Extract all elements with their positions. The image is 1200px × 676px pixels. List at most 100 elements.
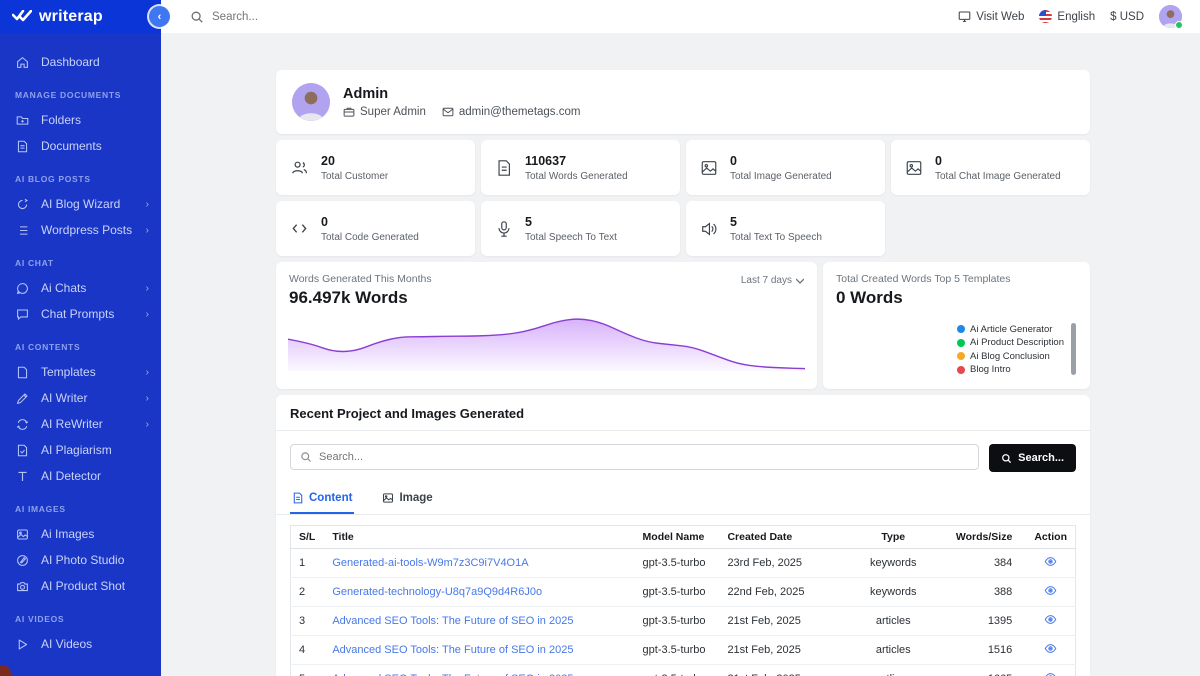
- cell-date: 21st Feb, 2025: [719, 636, 838, 665]
- visit-web-link[interactable]: Visit Web: [958, 10, 1024, 23]
- cell-title: Advanced SEO Tools: The Future of SEO in…: [324, 636, 634, 665]
- eye-icon: [1044, 613, 1057, 629]
- sidebar-item-chat-prompts[interactable]: Chat Prompts ›: [0, 301, 161, 327]
- sidebar-item-ai-writer[interactable]: AI Writer ›: [0, 385, 161, 411]
- col-date: Created Date: [719, 526, 838, 549]
- legend-scrollbar[interactable]: [1071, 323, 1076, 375]
- legend-dot: [957, 366, 965, 374]
- user-avatar[interactable]: [1159, 5, 1182, 28]
- sidebar-section-ai-videos: AI VIDEOS: [0, 599, 161, 631]
- range-selector[interactable]: Last 7 days: [741, 275, 804, 286]
- sidebar-item-label: AI Videos: [41, 637, 92, 651]
- chart-subtitle: Total Created Words Top 5 Templates: [836, 273, 1077, 285]
- chevron-right-icon: ›: [146, 367, 149, 378]
- pen-icon: [15, 391, 30, 406]
- stat-value: 110637: [525, 154, 628, 168]
- sidebar-logo[interactable]: writerap: [0, 0, 161, 33]
- stat-total-words: 110637 Total Words Generated: [481, 140, 680, 195]
- file-check-icon: [15, 443, 30, 458]
- stats-row-2: 0 Total Code Generated 5 Total Speech To…: [276, 201, 1090, 256]
- document-icon: [495, 159, 513, 177]
- sidebar-item-templates[interactable]: Templates ›: [0, 359, 161, 385]
- currency-label: $ USD: [1110, 11, 1144, 23]
- profile-role: Super Admin: [343, 106, 426, 118]
- recent-projects-card: Recent Project and Images Generated Sear…: [276, 395, 1090, 676]
- legend-item[interactable]: Ai Product Description: [957, 337, 1064, 348]
- sidebar-item-folders[interactable]: Folders: [0, 107, 161, 133]
- global-search[interactable]: [190, 10, 958, 24]
- image-icon: [700, 159, 718, 177]
- chevron-right-icon: ›: [146, 309, 149, 320]
- profile-name: Admin: [343, 86, 580, 102]
- sidebar-item-ai-detector[interactable]: AI Detector: [0, 463, 161, 489]
- language-selector[interactable]: English: [1039, 10, 1095, 23]
- legend-item[interactable]: Ai Blog Conclusion: [957, 351, 1064, 362]
- stat-value: 20: [321, 154, 388, 168]
- sidebar-item-dashboard[interactable]: Dashboard: [0, 49, 161, 75]
- legend-dot: [957, 325, 965, 333]
- sidebar-item-label: AI Writer: [41, 391, 87, 405]
- project-title-link[interactable]: Generated-ai-tools-W9m7z3C9i7V4O1A: [332, 557, 528, 569]
- legend-dot: [957, 352, 965, 360]
- repeat-icon: [15, 417, 30, 432]
- image-icon: [382, 492, 394, 504]
- project-title-link[interactable]: Advanced SEO Tools: The Future of SEO in…: [332, 615, 573, 627]
- currency-selector[interactable]: $ USD: [1110, 11, 1144, 23]
- folder-plus-icon: [15, 113, 30, 128]
- sidebar-section-ai-chat: AI CHAT: [0, 243, 161, 275]
- view-button[interactable]: [1044, 584, 1057, 600]
- sidebar-item-wordpress-posts[interactable]: Wordpress Posts ›: [0, 217, 161, 243]
- cell-model: gpt-3.5-turbo: [635, 636, 720, 665]
- cell-sl: 1: [291, 549, 325, 578]
- cell-title: Generated-technology-U8q7a9Q9d4R6J0o: [324, 578, 634, 607]
- chevron-right-icon: ›: [146, 393, 149, 404]
- legend-item[interactable]: Ai Article Generator: [957, 324, 1064, 335]
- table-row: 4 Advanced SEO Tools: The Future of SEO i…: [291, 636, 1076, 665]
- sidebar-item-ai-videos[interactable]: AI Videos: [0, 631, 161, 657]
- sidebar-nav: Dashboard MANAGE DOCUMENTS Folders Docum…: [0, 33, 161, 657]
- chart-subtitle: Words Generated This Months: [276, 273, 817, 285]
- home-icon: [15, 55, 30, 70]
- sidebar-item-ai-photo-studio[interactable]: AI Photo Studio: [0, 547, 161, 573]
- table-search-input[interactable]: [319, 451, 969, 463]
- corner-widget[interactable]: [0, 665, 11, 676]
- sidebar-item-ai-images[interactable]: Ai Images: [0, 521, 161, 547]
- cell-model: gpt-3.5-turbo: [635, 665, 720, 676]
- tab-image[interactable]: Image: [380, 486, 434, 514]
- cell-date: 21st Feb, 2025: [719, 607, 838, 636]
- legend-item[interactable]: Blog Intro: [957, 364, 1064, 375]
- cell-title: Advanced SEO Tools: The Future of SEO in…: [324, 607, 634, 636]
- tab-content[interactable]: Content: [290, 486, 354, 514]
- view-button[interactable]: [1044, 642, 1057, 658]
- profile-card: Admin Super Admin admin@themetags.com: [276, 70, 1090, 134]
- cell-sl: 4: [291, 636, 325, 665]
- sidebar-item-documents[interactable]: Documents: [0, 133, 161, 159]
- sidebar-item-ai-blog-wizard[interactable]: AI Blog Wizard ›: [0, 191, 161, 217]
- cell-action: [1026, 665, 1075, 676]
- sidebar-item-label: AI Detector: [41, 469, 101, 483]
- microphone-icon: [495, 220, 513, 238]
- project-title-link[interactable]: Generated-technology-U8q7a9Q9d4R6J0o: [332, 586, 542, 598]
- sidebar-item-ai-product-shot[interactable]: AI Product Shot: [0, 573, 161, 599]
- cell-date: 23rd Feb, 2025: [719, 549, 838, 578]
- global-search-input[interactable]: [212, 11, 958, 23]
- topbar: Visit Web English $ USD: [161, 0, 1200, 33]
- view-button[interactable]: [1044, 555, 1057, 571]
- legend-dot: [957, 339, 965, 347]
- sidebar-item-label: Ai Chats: [41, 281, 86, 295]
- logo-icon: [12, 10, 32, 24]
- stat-label: Total Words Generated: [525, 171, 628, 182]
- profile-email: admin@themetags.com: [442, 106, 581, 118]
- sidebar-item-ai-plagiarism[interactable]: AI Plagiarism: [0, 437, 161, 463]
- view-button[interactable]: [1044, 671, 1057, 676]
- sidebar-item-label: Documents: [41, 139, 102, 153]
- sidebar-item-ai-chats[interactable]: Ai Chats ›: [0, 275, 161, 301]
- sidebar-item-ai-rewriter[interactable]: AI ReWriter ›: [0, 411, 161, 437]
- project-title-link[interactable]: Advanced SEO Tools: The Future of SEO in…: [332, 644, 573, 656]
- collapse-sidebar-button[interactable]: ‹: [149, 6, 170, 27]
- view-button[interactable]: [1044, 613, 1057, 629]
- table-search-box[interactable]: [290, 444, 979, 470]
- cell-sl: 2: [291, 578, 325, 607]
- stat-label: Total Customer: [321, 171, 388, 182]
- search-button[interactable]: Search...: [989, 444, 1076, 472]
